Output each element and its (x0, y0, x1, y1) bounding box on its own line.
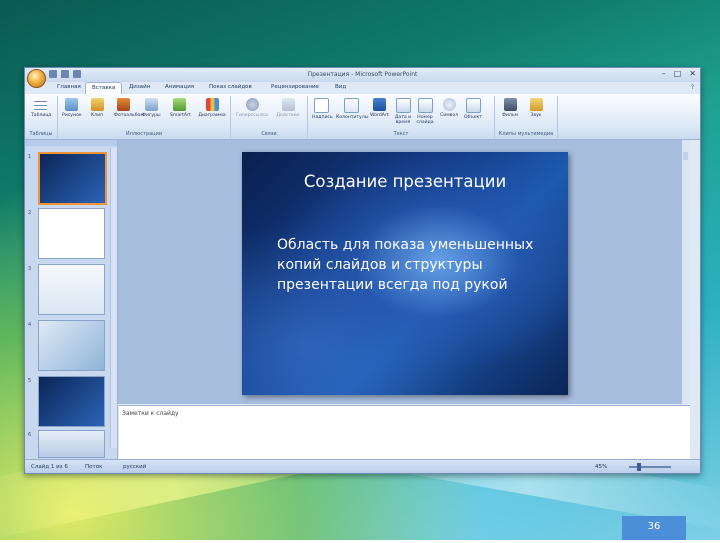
tab-review[interactable]: Рецензирование (271, 84, 319, 90)
theme-name: Поток (85, 464, 103, 470)
pane-tabs[interactable] (25, 140, 117, 146)
movie-button[interactable]: Фильм (501, 98, 519, 118)
omega-icon (442, 98, 456, 111)
pane-scrollbar[interactable] (110, 148, 117, 448)
group-label: Связи (261, 131, 277, 137)
wordart-button[interactable]: WordArt (370, 98, 389, 118)
table-button[interactable]: Таблица (31, 98, 51, 118)
zoom-level[interactable]: 45% (595, 464, 607, 470)
thumbnail-number: 1 (28, 154, 32, 160)
current-slide[interactable]: Создание презентации Область для показа … (242, 152, 568, 395)
status-bar: Слайд 1 из 6 Поток русский 45% (25, 459, 700, 473)
slide-editing-area: Создание презентации Область для показа … (118, 140, 690, 404)
object-button[interactable]: Объект (464, 98, 482, 120)
page-number-box: 36 (622, 516, 686, 540)
close-button[interactable]: ✕ (689, 69, 696, 78)
page-number: 36 (647, 521, 661, 532)
slide-thumbnail[interactable] (38, 264, 105, 315)
office-button[interactable] (27, 69, 46, 88)
group-text: Надпись Колонтитулы WordArt Дата и время… (308, 96, 495, 138)
film-icon (503, 98, 517, 111)
sound-button[interactable]: Звук (527, 98, 545, 118)
thumbnail-number: 2 (28, 210, 32, 216)
tab-slide-show[interactable]: Показ слайдов (209, 84, 252, 90)
slide-body-text[interactable]: Область для показа уменьшенных копий сла… (277, 235, 557, 295)
notes-placeholder: Заметки к слайду (122, 410, 179, 417)
maximize-button[interactable]: □ (674, 69, 682, 78)
header-footer-icon (343, 98, 359, 113)
slide-number-button[interactable]: Номер слайда (416, 98, 434, 125)
scroll-thumb[interactable] (683, 152, 688, 160)
notes-pane[interactable]: Заметки к слайду (119, 405, 690, 460)
vertical-scrollbar[interactable] (681, 140, 690, 404)
picture-icon (64, 98, 78, 111)
group-illustrations: Рисунок Клип Фотоальбом Фигуры SmartArt … (58, 96, 231, 138)
slide-counter: Слайд 1 из 6 (31, 464, 68, 470)
text-box-button[interactable]: Надпись (312, 98, 333, 120)
hyperlink-button[interactable]: Гиперссылка (235, 98, 269, 118)
group-media: Фильм Звук Клипы мультимедиа (495, 96, 558, 138)
wordart-icon (372, 98, 386, 111)
help-icon[interactable]: ? (691, 84, 694, 91)
chart-button[interactable]: Диаграмма (198, 98, 226, 118)
symbol-button[interactable]: Символ (440, 98, 458, 118)
slides-pane: 1 2 3 4 5 6 (25, 140, 118, 459)
photo-album-button[interactable]: Фотоальбом (114, 98, 144, 118)
table-icon (33, 98, 47, 111)
tab-animation[interactable]: Анимация (165, 84, 194, 90)
zoom-slider-knob[interactable] (637, 463, 641, 471)
speaker-icon (529, 98, 543, 111)
powerpoint-window: Презентация - Microsoft PowerPoint – □ ✕… (24, 67, 701, 474)
minimize-button[interactable]: – (662, 69, 666, 78)
group-label: Таблицы (29, 131, 53, 137)
clip-art-icon (90, 98, 104, 111)
clip-art-button[interactable]: Клип (88, 98, 106, 118)
object-icon (465, 98, 481, 113)
group-links: Гиперссылка Действие Связи (231, 96, 308, 138)
slide-thumbnail[interactable] (38, 430, 105, 458)
slide-thumbnail[interactable] (38, 376, 105, 427)
window-controls: – □ ✕ (662, 69, 696, 78)
thumbnail-number: 4 (28, 322, 32, 328)
group-tables: Таблица Таблицы (25, 96, 58, 138)
title-bar: Презентация - Microsoft PowerPoint – □ ✕ (25, 68, 700, 88)
date-time-button[interactable]: Дата и время (394, 98, 412, 125)
slide-number-icon (417, 98, 433, 113)
thumbnail-number: 3 (28, 266, 32, 272)
slide-title[interactable]: Создание презентации (242, 172, 568, 191)
smartart-button[interactable]: SmartArt (170, 98, 191, 118)
window-title: Презентация - Microsoft PowerPoint (307, 71, 418, 78)
group-label: Клипы мультимедиа (498, 131, 554, 137)
tab-design[interactable]: Дизайн (129, 84, 150, 90)
photo-album-icon (116, 98, 130, 111)
chart-icon (205, 98, 219, 111)
slide-thumbnail[interactable] (38, 152, 107, 205)
shapes-button[interactable]: Фигуры (142, 98, 161, 118)
calendar-icon (395, 98, 411, 113)
slide-thumbnail[interactable] (38, 208, 105, 259)
tab-home[interactable]: Главная (57, 84, 81, 90)
action-icon (281, 98, 295, 111)
zoom-slider[interactable] (629, 466, 671, 468)
slide-thumbnail[interactable] (38, 320, 105, 371)
action-button[interactable]: Действие (273, 98, 303, 118)
thumbnail-number: 5 (28, 378, 32, 384)
thumbnail-number: 6 (28, 432, 32, 438)
picture-button[interactable]: Рисунок (62, 98, 82, 118)
group-label: Иллюстрации (125, 131, 163, 137)
shapes-icon (144, 98, 158, 111)
text-box-icon (313, 98, 329, 113)
smartart-icon (172, 98, 186, 111)
language-indicator[interactable]: русский (123, 464, 146, 470)
ribbon-tabs: Главная Вставка Дизайн Анимация Показ сл… (47, 82, 700, 97)
group-label: Текст (393, 131, 409, 137)
tab-view[interactable]: Вид (335, 84, 346, 90)
header-footer-button[interactable]: Колонтитулы (336, 98, 368, 120)
hyperlink-icon (245, 98, 259, 111)
ribbon: Таблица Таблицы Рисунок Клип Фотоальбом … (25, 94, 700, 140)
